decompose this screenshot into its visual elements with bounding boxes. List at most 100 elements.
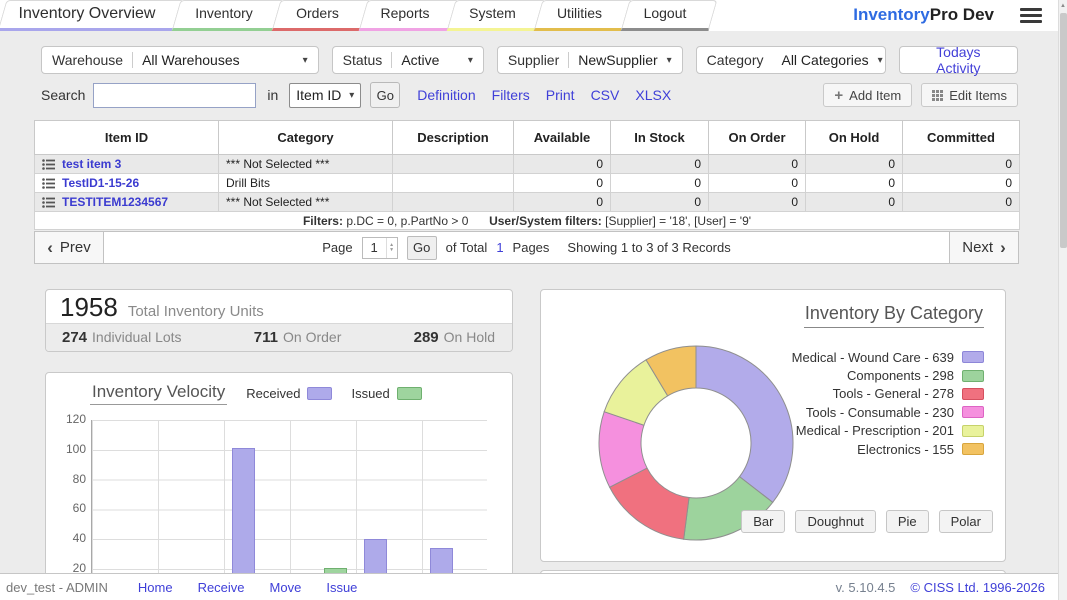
on-hold-cell: 0 (806, 174, 903, 193)
filters-note-text: p.DC = 0, p.PartNo > 0 (346, 214, 468, 228)
legend-issued[interactable]: Issued (351, 386, 421, 401)
col-committed[interactable]: Committed (903, 121, 1020, 155)
y-axis-tick: 40 (48, 531, 86, 545)
app-window: Inventory OverviewInventoryOrdersReports… (0, 0, 1067, 600)
legend-item[interactable]: Electronics - 155 (792, 440, 984, 458)
warehouse-select[interactable]: Warehouse All Warehouses ▾ (41, 46, 319, 74)
chevron-down-icon: ▾ (878, 55, 883, 66)
tab-logout[interactable]: Logout (623, 0, 707, 31)
committed-cell: 0 (903, 155, 1020, 174)
item-id-link[interactable]: TESTITEM1234567 (62, 195, 168, 209)
search-go-button[interactable]: Go (370, 82, 400, 108)
next-page-button[interactable]: Next › (949, 232, 1018, 263)
category-select[interactable]: Category All Categories ▾ (696, 46, 886, 74)
page-number-input[interactable]: 1 ▲▼ (362, 237, 398, 259)
tab-label: Logout (623, 0, 707, 27)
supplier-select[interactable]: Supplier NewSupplier ▾ (497, 46, 683, 74)
tab-system[interactable]: System (449, 0, 536, 31)
chart-type-polar-button[interactable]: Polar (939, 510, 993, 533)
available-cell: 0 (514, 155, 611, 174)
legend-item[interactable]: Medical - Prescription - 201 (792, 422, 984, 440)
category-cell: *** Not Selected *** (219, 193, 393, 212)
pagination-controls: Page 1 ▲▼ Go of Total 1 Pages Showing 1 … (104, 232, 949, 263)
prev-page-button[interactable]: ‹ Prev (35, 232, 104, 263)
item-actions: + Add Item Edit Items (823, 83, 1018, 107)
col-in-stock[interactable]: In Stock (611, 121, 709, 155)
add-item-button[interactable]: + Add Item (823, 83, 912, 107)
chart-type-doughnut-button[interactable]: Doughnut (795, 510, 875, 533)
home-link[interactable]: Home (138, 580, 173, 595)
total-units-label: Total Inventory Units (128, 303, 264, 320)
doughnut-segment[interactable] (696, 346, 793, 502)
search-field-select[interactable]: Item ID ▾ (289, 83, 361, 108)
category-value: All Categories (781, 52, 868, 68)
scrollbar[interactable]: ▲ (1058, 0, 1067, 600)
col-on-hold[interactable]: On Hold (806, 121, 903, 155)
scroll-up-arrow[interactable]: ▲ (1059, 1, 1067, 11)
legend-label: Components - 298 (847, 368, 954, 383)
todays-activity-button[interactable]: Todays Activity (899, 46, 1018, 74)
committed-cell: 0 (903, 193, 1020, 212)
print-link[interactable]: Print (546, 87, 575, 103)
tab-label: Reports (361, 0, 449, 27)
on-order-cell: 0 (709, 155, 806, 174)
chart-type-buttons: Bar Doughnut Pie Polar (741, 510, 993, 533)
divider (132, 52, 133, 68)
xlsx-link[interactable]: XLSX (635, 87, 671, 103)
col-description[interactable]: Description (393, 121, 514, 155)
tab-utilities[interactable]: Utilities (536, 0, 623, 31)
menu-icon[interactable] (1020, 8, 1042, 24)
on-hold-cell: 0 (806, 193, 903, 212)
issue-link[interactable]: Issue (326, 580, 357, 595)
csv-link[interactable]: CSV (591, 87, 620, 103)
total-units-value: 1958 (60, 292, 118, 323)
tab-orders[interactable]: Orders (274, 0, 361, 31)
page-number-value: 1 (363, 238, 386, 258)
warehouse-value: All Warehouses (142, 52, 240, 68)
col-category[interactable]: Category (219, 121, 393, 155)
legend-received[interactable]: Received (246, 386, 332, 401)
search-field-value: Item ID (296, 87, 345, 103)
receive-link[interactable]: Receive (198, 580, 245, 595)
filters-link[interactable]: Filters (492, 87, 530, 103)
row-list-icon[interactable] (42, 178, 55, 189)
chart-type-pie-button[interactable]: Pie (886, 510, 929, 533)
tab-reports[interactable]: Reports (361, 0, 449, 31)
legend-item[interactable]: Components - 298 (792, 366, 984, 384)
scrollbar-thumb[interactable] (1060, 13, 1067, 248)
col-on-order[interactable]: On Order (709, 121, 806, 155)
table-note-row: Filters: p.DC = 0, p.PartNo > 0 User/Sys… (35, 212, 1020, 230)
chart-type-bar-button[interactable]: Bar (741, 510, 785, 533)
legend-item[interactable]: Medical - Wound Care - 639 (792, 348, 984, 366)
copyright-link[interactable]: © CISS Ltd. 1996-2026 (910, 580, 1045, 595)
definition-link[interactable]: Definition (417, 87, 475, 103)
col-available[interactable]: Available (514, 121, 611, 155)
status-select[interactable]: Status Active ▾ (332, 46, 484, 74)
tab-label: System (449, 0, 536, 27)
legend-item[interactable]: Tools - General - 278 (792, 385, 984, 403)
page-go-button[interactable]: Go (407, 236, 437, 260)
item-id-link[interactable]: test item 3 (62, 157, 121, 171)
chevron-down-icon: ▾ (468, 55, 473, 66)
edit-items-button[interactable]: Edit Items (921, 83, 1018, 107)
description-cell (393, 193, 514, 212)
of-total-label: of Total (446, 240, 488, 255)
inventory-velocity-panel: Inventory Velocity Received Issued 12010… (45, 372, 513, 600)
chevron-down-icon: ▾ (349, 90, 354, 101)
page-spinner[interactable]: ▲▼ (386, 238, 397, 258)
item-id-link[interactable]: TestID1-15-26 (62, 176, 139, 190)
top-nav: Inventory OverviewInventoryOrdersReports… (0, 0, 1058, 31)
row-list-icon[interactable] (42, 197, 55, 208)
row-list-icon[interactable] (42, 159, 55, 170)
col-item-id[interactable]: Item ID (35, 121, 219, 155)
search-input[interactable] (93, 83, 256, 108)
filters-note-label: Filters: (303, 214, 343, 228)
legend-label: Tools - Consumable - 230 (806, 405, 954, 420)
tab-inventory-overview[interactable]: Inventory Overview (0, 0, 174, 31)
brand-rest: Pro Dev (930, 5, 994, 24)
tab-inventory[interactable]: Inventory (174, 0, 274, 31)
pagination-bar: ‹ Prev Page 1 ▲▼ Go of Total 1 Pages Sho… (34, 231, 1019, 264)
legend-item[interactable]: Tools - Consumable - 230 (792, 403, 984, 421)
available-cell: 0 (514, 193, 611, 212)
move-link[interactable]: Move (270, 580, 302, 595)
